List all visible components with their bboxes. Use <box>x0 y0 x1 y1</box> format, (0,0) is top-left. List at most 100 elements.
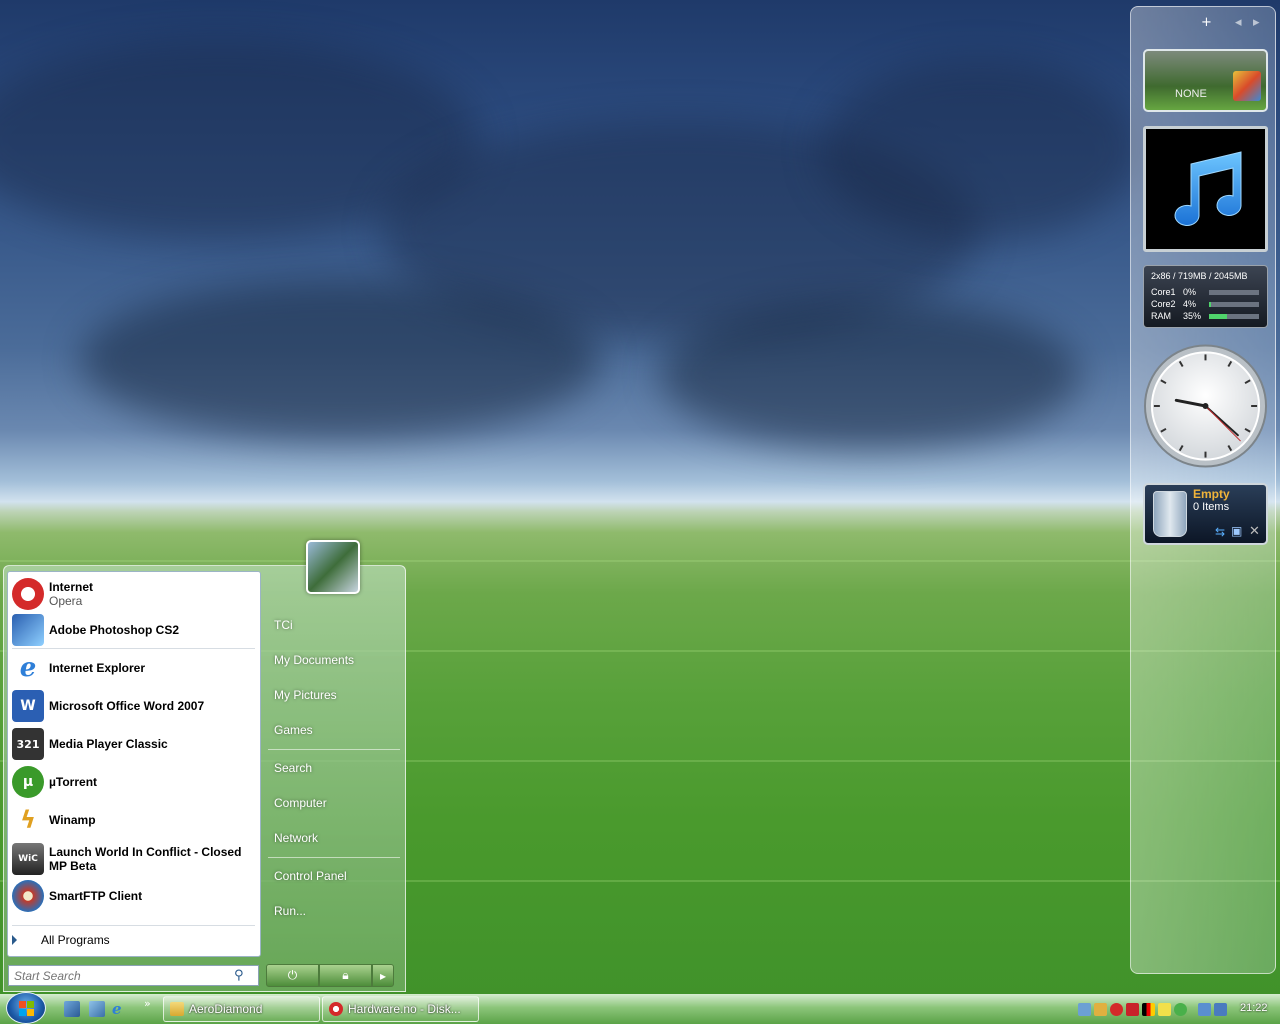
tray-network-icon[interactable] <box>1078 1003 1091 1016</box>
empty-bin-icon[interactable]: ▣ <box>1231 524 1242 538</box>
cpu-header: 2x86 / 719MB / 2045MB <box>1151 271 1248 281</box>
meter-bar <box>1209 313 1259 319</box>
show-desktop-icon[interactable] <box>64 1001 80 1017</box>
taskbar-button-opera[interactable]: Hardware.no - Disk... <box>322 996 479 1022</box>
chevron-right-icon: ▸ <box>379 968 387 983</box>
meter-name: Core2 <box>1151 299 1176 309</box>
user-avatar[interactable] <box>306 540 360 594</box>
start-link-my-pictures[interactable]: My Pictures <box>274 688 337 702</box>
power-icon: ⏻ <box>287 968 298 982</box>
start-link-run[interactable]: Run... <box>274 904 306 918</box>
program-name: Winamp <box>49 813 96 827</box>
recycle-status: Empty <box>1193 487 1230 501</box>
lock-button[interactable]: 🔒︎ <box>319 964 372 987</box>
program-world-in-conflict[interactable]: WiC Launch World In Conflict - Closed MP… <box>12 843 258 875</box>
task-label: Hardware.no - Disk... <box>348 1002 461 1016</box>
all-programs-button[interactable]: All Programs <box>12 933 110 947</box>
photoshop-feather-icon <box>12 614 44 646</box>
start-link-search[interactable]: Search <box>274 761 312 775</box>
program-internet-explorer[interactable]: e Internet Explorer <box>12 652 258 684</box>
analog-clock <box>1143 344 1268 468</box>
meter-percent: 35% <box>1183 311 1202 321</box>
winamp-icon: ϟ <box>20 806 36 834</box>
tray-flag-icon[interactable] <box>1142 1003 1155 1016</box>
start-link-games[interactable]: Games <box>274 723 313 737</box>
smartftp-icon <box>12 880 44 912</box>
program-utorrent[interactable]: µ µTorrent <box>12 766 258 798</box>
all-programs-label: All Programs <box>41 933 110 947</box>
program-winamp[interactable]: ϟ Winamp <box>12 804 258 836</box>
cpu-meter-gadget[interactable]: 2x86 / 719MB / 2045MB Core1 0% Core2 4% RA… <box>1143 265 1268 328</box>
power-options-button[interactable]: ▸ <box>372 964 394 987</box>
program-name: Launch World In Conflict - Closed MP Bet… <box>49 845 242 873</box>
program-name: Adobe Photoshop CS2 <box>49 623 179 637</box>
opera-icon <box>329 1002 343 1016</box>
recycle-bin-icon <box>1153 491 1187 537</box>
start-search-box[interactable]: ⚲ <box>8 965 259 986</box>
meter-name: RAM <box>1151 311 1171 321</box>
start-link-control-panel[interactable]: Control Panel <box>274 869 347 883</box>
meter-percent: 0% <box>1183 287 1197 297</box>
program-opera[interactable]: Internet Opera <box>12 578 258 610</box>
tray-volume-icon[interactable] <box>1214 1003 1227 1016</box>
separator <box>12 648 255 649</box>
close-icon[interactable]: ✕ <box>1249 523 1260 539</box>
tray-app-icon[interactable] <box>1158 1003 1171 1016</box>
chevron-right-icon <box>12 935 17 945</box>
meter-row: RAM 35% <box>1151 310 1260 322</box>
media-player-classic-icon: 321 <box>12 728 44 760</box>
switch-windows-icon[interactable] <box>89 1001 105 1017</box>
tray-ati-icon[interactable] <box>1126 1003 1139 1016</box>
internet-explorer-icon: e <box>19 653 37 683</box>
quick-launch-more-icon[interactable]: » <box>144 997 151 1010</box>
meter-row: Core2 4% <box>1151 298 1260 310</box>
lock-icon: 🔒︎ <box>342 968 349 982</box>
program-photoshop[interactable]: Adobe Photoshop CS2 <box>12 614 258 646</box>
start-link-user-folder[interactable]: TCi <box>274 618 293 632</box>
start-search-input[interactable] <box>14 968 234 983</box>
tray-messenger-icon[interactable] <box>1174 1003 1187 1016</box>
start-link-network[interactable]: Network <box>274 831 318 845</box>
taskbar-button-aerodiamond[interactable]: AeroDiamond <box>163 996 320 1022</box>
refresh-icon[interactable]: ⇆ <box>1215 525 1225 539</box>
separator <box>12 925 255 926</box>
utorrent-icon: µ <box>12 766 44 798</box>
program-name: Media Player Classic <box>49 737 168 751</box>
program-smartftp[interactable]: SmartFTP Client <box>12 880 258 912</box>
program-name: Internet Explorer <box>49 661 146 675</box>
power-controls: ⏻ 🔒︎ ▸ <box>266 964 394 987</box>
program-name: µTorrent <box>49 775 98 789</box>
internet-explorer-icon[interactable]: e <box>112 1001 128 1017</box>
previous-page-icon[interactable]: ◂ <box>1235 15 1242 30</box>
program-word[interactable]: W Microsoft Office Word 2007 <box>12 690 258 722</box>
search-icon[interactable]: ⚲ <box>234 968 244 983</box>
meter-row: Core1 0% <box>1151 286 1260 298</box>
add-gadget-icon[interactable]: + <box>1201 15 1212 30</box>
start-link-computer[interactable]: Computer <box>274 796 327 810</box>
tray-display-icon[interactable] <box>1198 1003 1211 1016</box>
program-name: Internet <box>49 580 94 594</box>
slideshow-gadget[interactable]: NONE <box>1143 49 1268 112</box>
program-name: Microsoft Office Word 2007 <box>49 699 205 713</box>
recycle-count: 0 Items <box>1193 501 1230 513</box>
separator <box>268 749 400 750</box>
start-link-my-documents[interactable]: My Documents <box>274 653 354 667</box>
meter-bar <box>1209 301 1259 307</box>
tray-pencil-icon[interactable] <box>1094 1003 1107 1016</box>
next-page-icon[interactable]: ▸ <box>1253 15 1260 30</box>
power-button[interactable]: ⏻ <box>266 964 319 987</box>
word-icon: W <box>12 690 44 722</box>
recycle-bin-gadget[interactable]: Empty 0 Items ⇆ ▣ ✕ <box>1143 483 1268 545</box>
taskbar-clock[interactable]: 21:22 <box>1240 1002 1268 1014</box>
clock-gadget[interactable] <box>1143 343 1268 469</box>
meter-name: Core1 <box>1151 287 1176 297</box>
tray-opera-icon[interactable] <box>1110 1003 1123 1016</box>
start-button[interactable] <box>6 992 46 1024</box>
program-media-player-classic[interactable]: 321 Media Player Classic <box>12 728 258 760</box>
separator <box>268 857 400 858</box>
meter-bar <box>1209 289 1259 295</box>
task-label: AeroDiamond <box>189 1002 263 1016</box>
meter-fill <box>1209 301 1211 307</box>
music-gadget[interactable] <box>1143 126 1268 252</box>
music-note-icon <box>1174 151 1241 226</box>
